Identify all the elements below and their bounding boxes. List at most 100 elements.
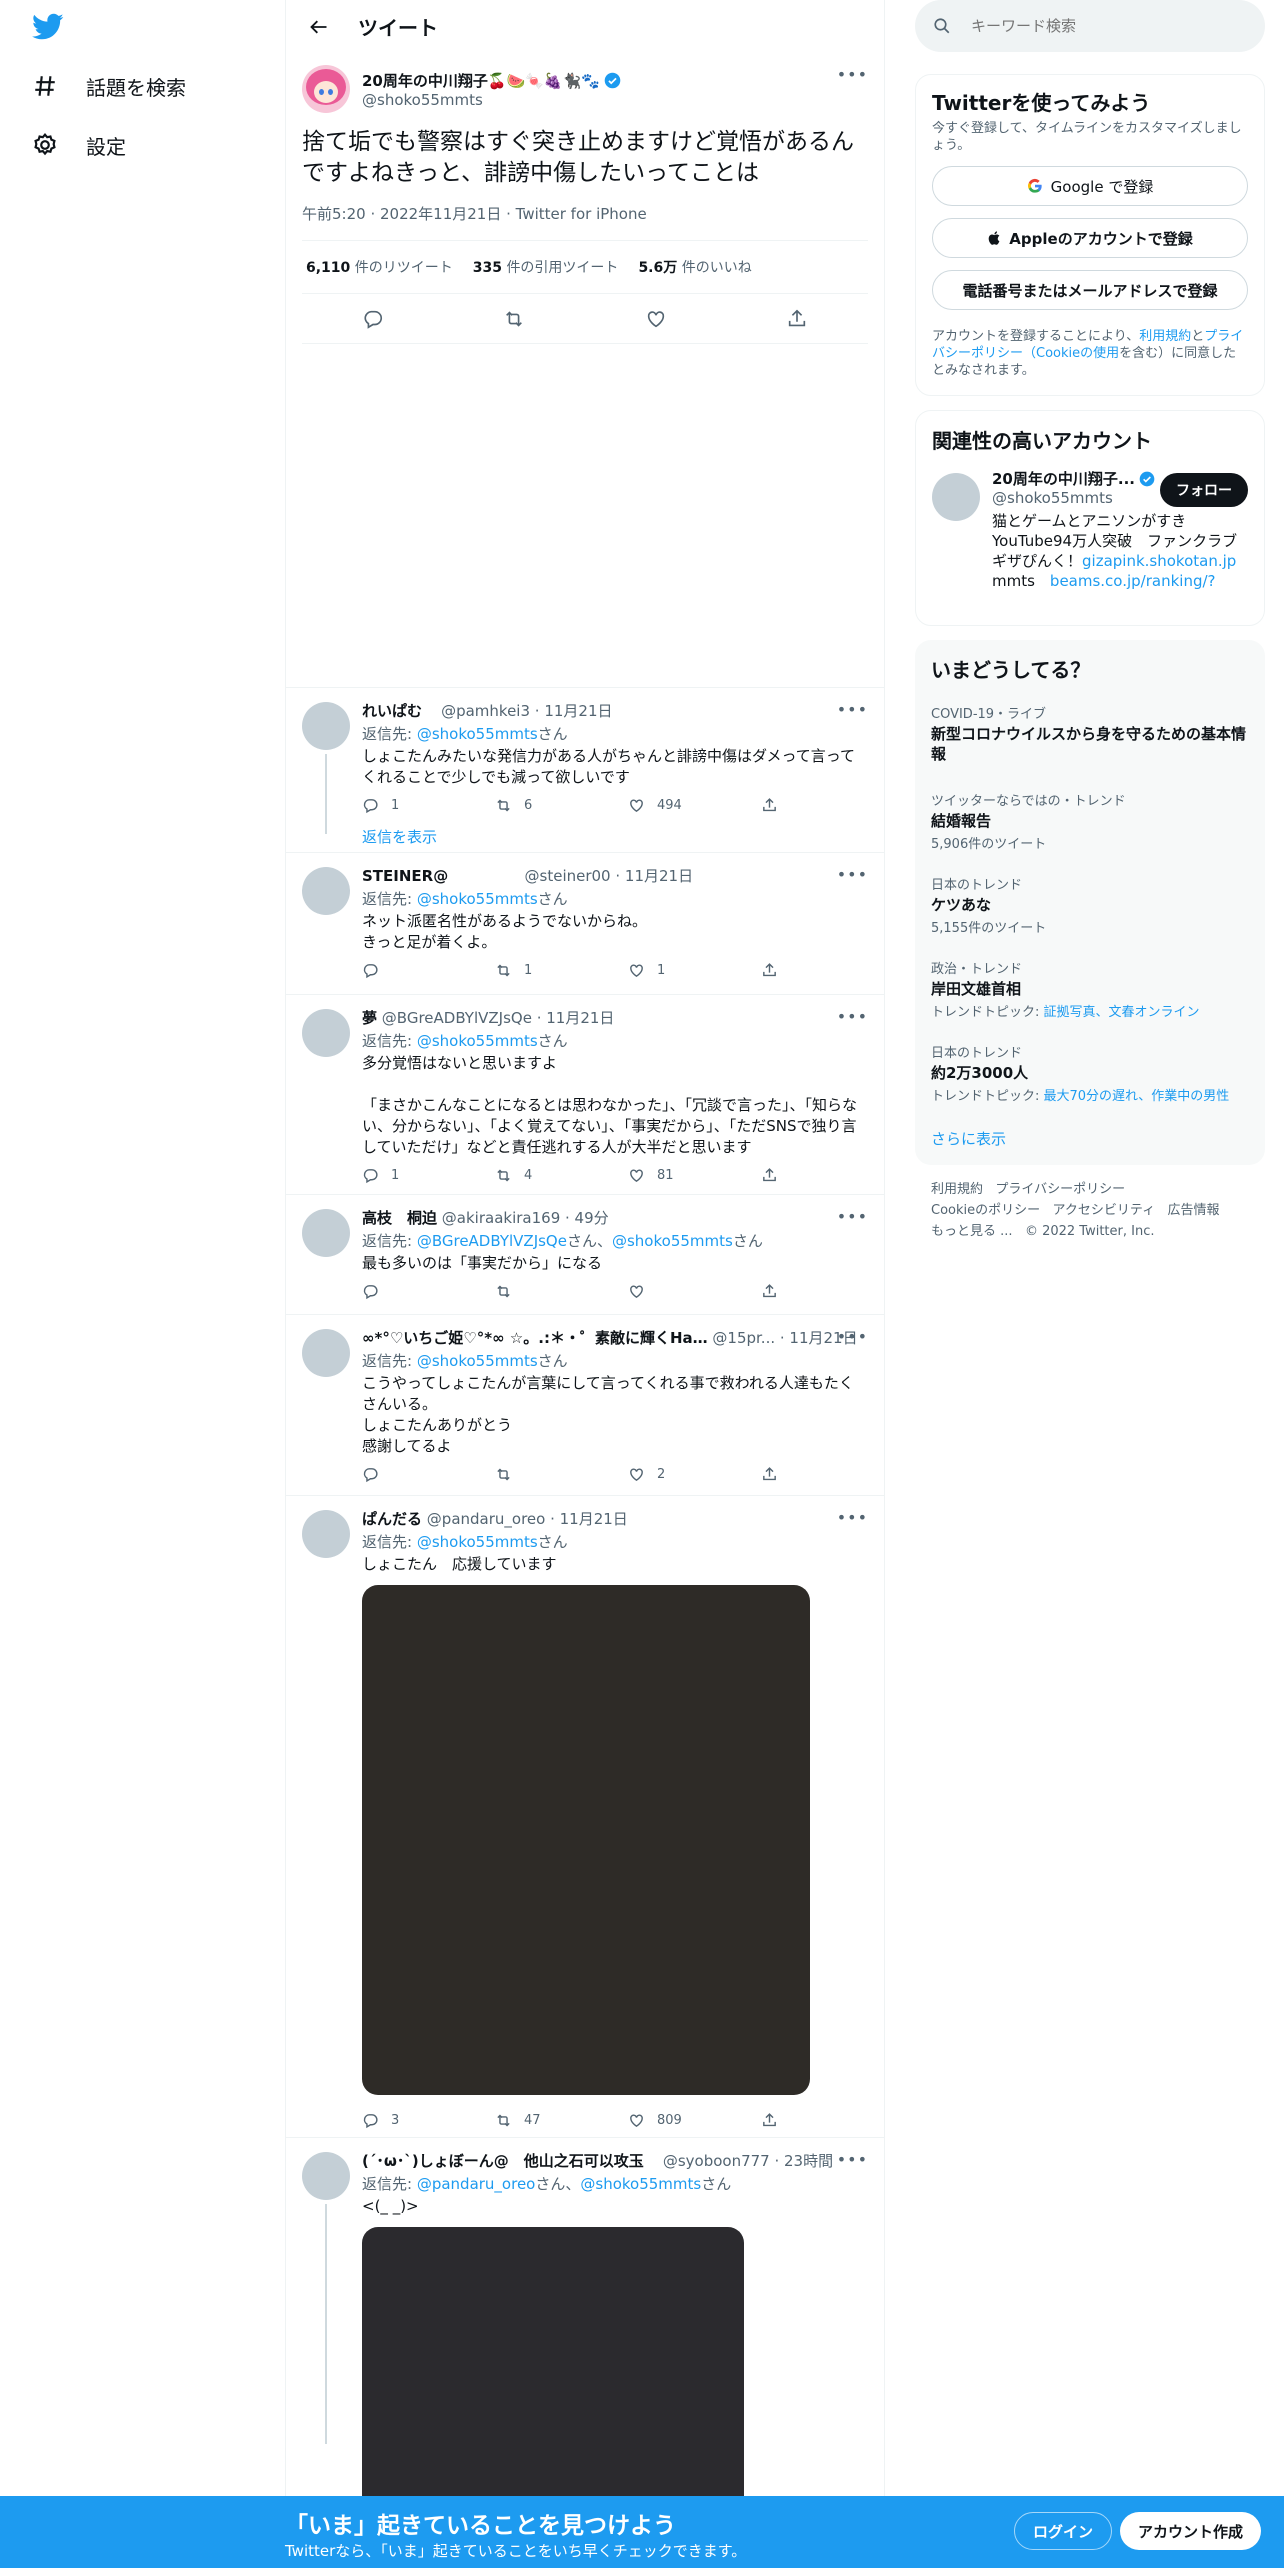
avatar[interactable] — [302, 1009, 350, 1057]
retweet-button[interactable]: 1 — [495, 962, 628, 979]
tweet-image[interactable] — [362, 1585, 810, 2095]
share-icon[interactable] — [786, 308, 808, 330]
trend-item[interactable]: 政治・トレンド 岸田文雄首相 トレンドトピック: 証拠写真、文春オンライン — [931, 958, 1249, 1020]
reply-author-name[interactable]: れいぱむ — [362, 702, 422, 720]
avatar[interactable] — [302, 1329, 350, 1377]
twitter-logo-icon[interactable] — [32, 13, 64, 41]
phone-email-signup-button[interactable]: 電話番号またはメールアドレスで登録 — [932, 270, 1248, 310]
reply-button[interactable] — [362, 962, 495, 979]
search-box[interactable] — [915, 0, 1265, 52]
reply-meta[interactable]: @syoboon777 · 23時間 — [663, 2152, 833, 2170]
more-options-icon[interactable]: ••• — [837, 1007, 868, 1026]
reply-author-name[interactable]: 夢 — [362, 1009, 377, 1027]
reply-tweet[interactable]: ∞*°♡いちご姫♡°*∞ ☆。.:＊・゜素敵に輝くHa… @15pr... · … — [286, 1315, 884, 1496]
footer-accessibility[interactable]: アクセシビリティ — [1053, 1203, 1156, 1218]
nav-explore[interactable]: 話題を検索 — [32, 58, 186, 114]
more-options-icon[interactable]: ••• — [837, 2150, 868, 2169]
reply-meta[interactable]: @akiraakira169 · 49分 — [442, 1209, 609, 1227]
share-button[interactable] — [761, 2112, 801, 2129]
trend-item[interactable]: COVID-19・ライブ 新型コロナウイルスから身を守るための基本情報 — [931, 703, 1249, 764]
retweet-button[interactable]: 47 — [495, 2112, 628, 2129]
reply-to-link[interactable]: @shoko55mmts — [417, 1533, 538, 1551]
login-button[interactable]: ログイン — [1014, 2512, 1113, 2550]
reply-tweet[interactable]: れいぱむ @pamhkei3 · 11月21日 ••• 返信先: @shoko5… — [286, 688, 884, 853]
more-options-icon[interactable]: ••• — [837, 1327, 868, 1346]
author-name[interactable]: 20周年の中川翔子🍒🍉🍬🍇🐈‍⬛🐾 — [362, 70, 600, 91]
bio-link-1[interactable]: gizapink.shokotan.jp — [1082, 552, 1236, 570]
avatar[interactable] — [302, 702, 350, 750]
reply-button[interactable] — [362, 1283, 495, 1300]
avatar[interactable] — [932, 473, 980, 521]
share-button[interactable] — [761, 797, 801, 814]
reply-button[interactable]: 1 — [362, 797, 495, 814]
more-options-icon[interactable]: ••• — [837, 1207, 868, 1226]
reply-to-link[interactable]: @shoko55mmts — [417, 890, 538, 908]
trend-topic-link[interactable]: 証拠写真、文春オンライン — [1044, 1005, 1200, 1020]
nav-settings[interactable]: 設定 — [32, 117, 126, 173]
reply-author-name[interactable]: STEINER@ — [362, 867, 448, 885]
trend-item[interactable]: ツイッターならではの・トレンド 結婚報告 5,906件のツイート — [931, 790, 1249, 852]
follow-button[interactable]: フォロー — [1160, 473, 1248, 507]
tweet-meta[interactable]: 午前5:20 · 2022年11月21日 · Twitter for iPhon… — [302, 203, 868, 240]
focal-author[interactable]: 20周年の中川翔子🍒🍉🍬🍇🐈‍⬛🐾 @shoko55mmts — [302, 65, 868, 113]
avatar[interactable] — [302, 1209, 350, 1257]
tweet-image[interactable] — [362, 2227, 744, 2527]
reply-tweet[interactable]: STEINER@ @steiner00 · 11月21日 ••• 返信先: @s… — [286, 853, 884, 995]
reply-to-link-2[interactable]: @shoko55mmts — [612, 1232, 733, 1250]
like-button[interactable]: 494 — [628, 797, 761, 814]
reply-author-name[interactable]: (´･ω･`)しょぼーん@ 他山之石可以攻玉 — [362, 2152, 644, 2170]
more-options-icon[interactable]: ••• — [837, 1508, 868, 1527]
apple-signup-button[interactable]: Appleのアカウントで登録 — [932, 218, 1248, 258]
reply-icon[interactable] — [362, 308, 384, 330]
retweet-count[interactable]: 6,110 件のリツイート — [306, 257, 453, 277]
more-options-icon[interactable]: ••• — [837, 700, 868, 719]
relevant-name[interactable]: 20周年の中川翔子... — [992, 468, 1135, 489]
retweet-button[interactable]: 4 — [495, 1167, 628, 1184]
footer-terms[interactable]: 利用規約 — [931, 1182, 983, 1197]
footer-cookie[interactable]: Cookieのポリシー — [931, 1203, 1040, 1218]
like-button[interactable]: 2 — [628, 1466, 761, 1483]
reply-tweet[interactable]: (´･ω･`)しょぼーん@ 他山之石可以攻玉 @syoboon777 · 23時… — [286, 2138, 884, 2527]
retweet-icon[interactable] — [503, 308, 525, 330]
reply-to-link[interactable]: @shoko55mmts — [417, 1032, 538, 1050]
reply-to-link[interactable]: @pandaru_oreo — [417, 2175, 536, 2193]
reply-meta[interactable]: @pandaru_oreo · 11月21日 — [427, 1510, 628, 1528]
more-options-icon[interactable]: ••• — [837, 865, 868, 884]
reply-button[interactable]: 1 — [362, 1167, 495, 1184]
avatar[interactable] — [302, 867, 350, 915]
like-button[interactable]: 1 — [628, 962, 761, 979]
reply-tweet[interactable]: ぱんだる @pandaru_oreo · 11月21日 ••• 返信先: @sh… — [286, 1496, 884, 2138]
reply-meta[interactable]: @pamhkei3 · 11月21日 — [441, 702, 612, 720]
show-more-link[interactable]: さらに表示 — [931, 1128, 1249, 1149]
share-button[interactable] — [761, 1283, 801, 1300]
reply-tweet[interactable]: 夢 @BGreADBYlVZJsQe · 11月21日 ••• 返信先: @sh… — [286, 995, 884, 1195]
trend-topic-link[interactable]: 最大70分の遅れ、作業中の男性 — [1044, 1089, 1230, 1104]
signup-button[interactable]: アカウント作成 — [1120, 2512, 1262, 2550]
avatar[interactable] — [302, 2152, 350, 2200]
retweet-button[interactable] — [495, 1283, 628, 1300]
reply-author-name[interactable]: 高枝 桐迫 — [362, 1209, 437, 1227]
reply-to-link[interactable]: @shoko55mmts — [417, 725, 538, 743]
footer-more[interactable]: もっと見る ... — [931, 1224, 1013, 1239]
avatar[interactable] — [302, 65, 350, 113]
share-button[interactable] — [761, 1466, 801, 1483]
more-options-icon[interactable]: ••• — [837, 65, 868, 84]
footer-privacy[interactable]: プライバシーポリシー — [995, 1182, 1125, 1197]
quote-count[interactable]: 335 件の引用ツイート — [473, 257, 619, 277]
retweet-button[interactable] — [495, 1466, 628, 1483]
terms-link[interactable]: 利用規約 — [1139, 329, 1191, 344]
share-button[interactable] — [761, 962, 801, 979]
like-button[interactable]: 809 — [628, 2112, 761, 2129]
like-button[interactable]: 81 — [628, 1167, 761, 1184]
reply-to-link[interactable]: @shoko55mmts — [417, 1352, 538, 1370]
avatar[interactable] — [302, 1510, 350, 1558]
retweet-button[interactable]: 6 — [495, 797, 628, 814]
reply-button[interactable]: 3 — [362, 2112, 495, 2129]
search-input[interactable] — [971, 17, 1231, 35]
reply-author-name[interactable]: ∞*°♡いちご姫♡°*∞ ☆。.:＊・゜素敵に輝くHa… — [362, 1329, 708, 1347]
reply-tweet[interactable]: 高枝 桐迫 @akiraakira169 · 49分 ••• 返信先: @BGr… — [286, 1195, 884, 1315]
reply-meta[interactable]: @steiner00 · 11月21日 — [525, 867, 694, 885]
trend-item[interactable]: 日本のトレンド ケツあな 5,155件のツイート — [931, 874, 1249, 936]
reply-author-name[interactable]: ぱんだる — [362, 1510, 422, 1528]
reply-meta[interactable]: @BGreADBYlVZJsQe · 11月21日 — [382, 1009, 615, 1027]
